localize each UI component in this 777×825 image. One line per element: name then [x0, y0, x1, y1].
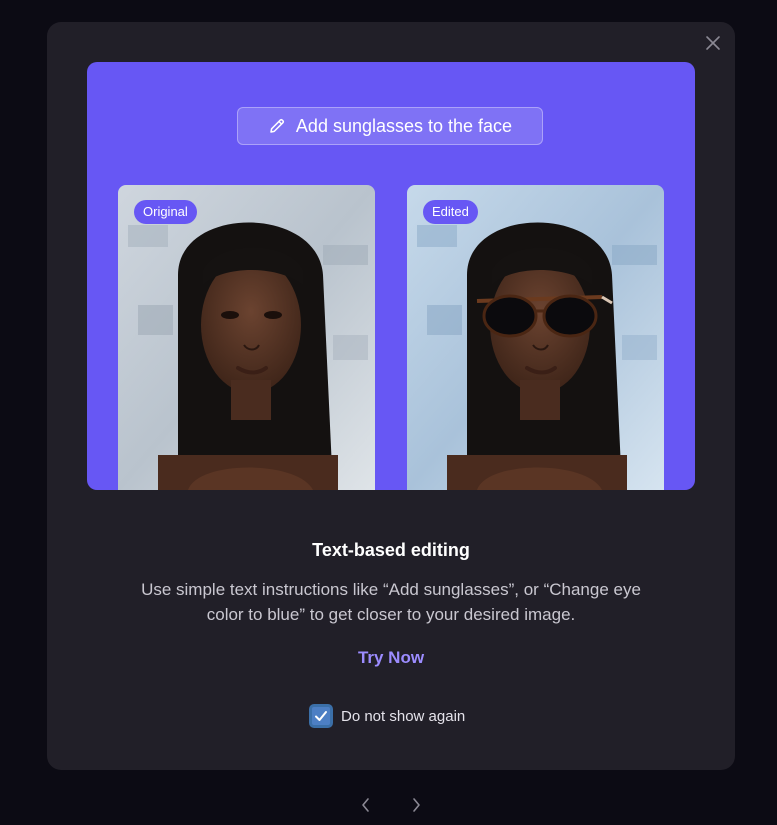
previous-button[interactable] [359, 796, 373, 814]
feature-preview: Add sunglasses to the face Original Edit… [87, 62, 695, 490]
do-not-show-again-toggle[interactable]: Do not show again [309, 704, 465, 728]
next-button[interactable] [409, 796, 423, 814]
do-not-show-again-checkbox[interactable] [309, 704, 333, 728]
pencil-icon [270, 119, 284, 133]
do-not-show-again-label: Do not show again [341, 707, 466, 725]
original-tag: Original [134, 200, 197, 224]
modal-title: Text-based editing [312, 540, 470, 560]
close-icon [706, 36, 720, 50]
portrait-original [118, 185, 375, 490]
chevron-left-icon [362, 798, 369, 812]
prompt-example-pill: Add sunglasses to the face [237, 107, 543, 145]
chevron-right-icon [413, 798, 420, 812]
checkmark-icon [315, 711, 327, 721]
onboarding-modal: Add sunglasses to the face Original Edit… [47, 22, 735, 770]
original-image: Original [118, 185, 375, 490]
modal-description: Use simple text instructions like “Add s… [141, 580, 641, 624]
portrait-edited [407, 185, 664, 490]
prompt-text: Add sunglasses to the face [295, 115, 513, 136]
edited-tag: Edited [423, 200, 478, 224]
edited-image: Edited [407, 185, 664, 490]
try-now-button[interactable]: Try Now [47, 648, 735, 668]
close-button[interactable] [703, 33, 723, 53]
